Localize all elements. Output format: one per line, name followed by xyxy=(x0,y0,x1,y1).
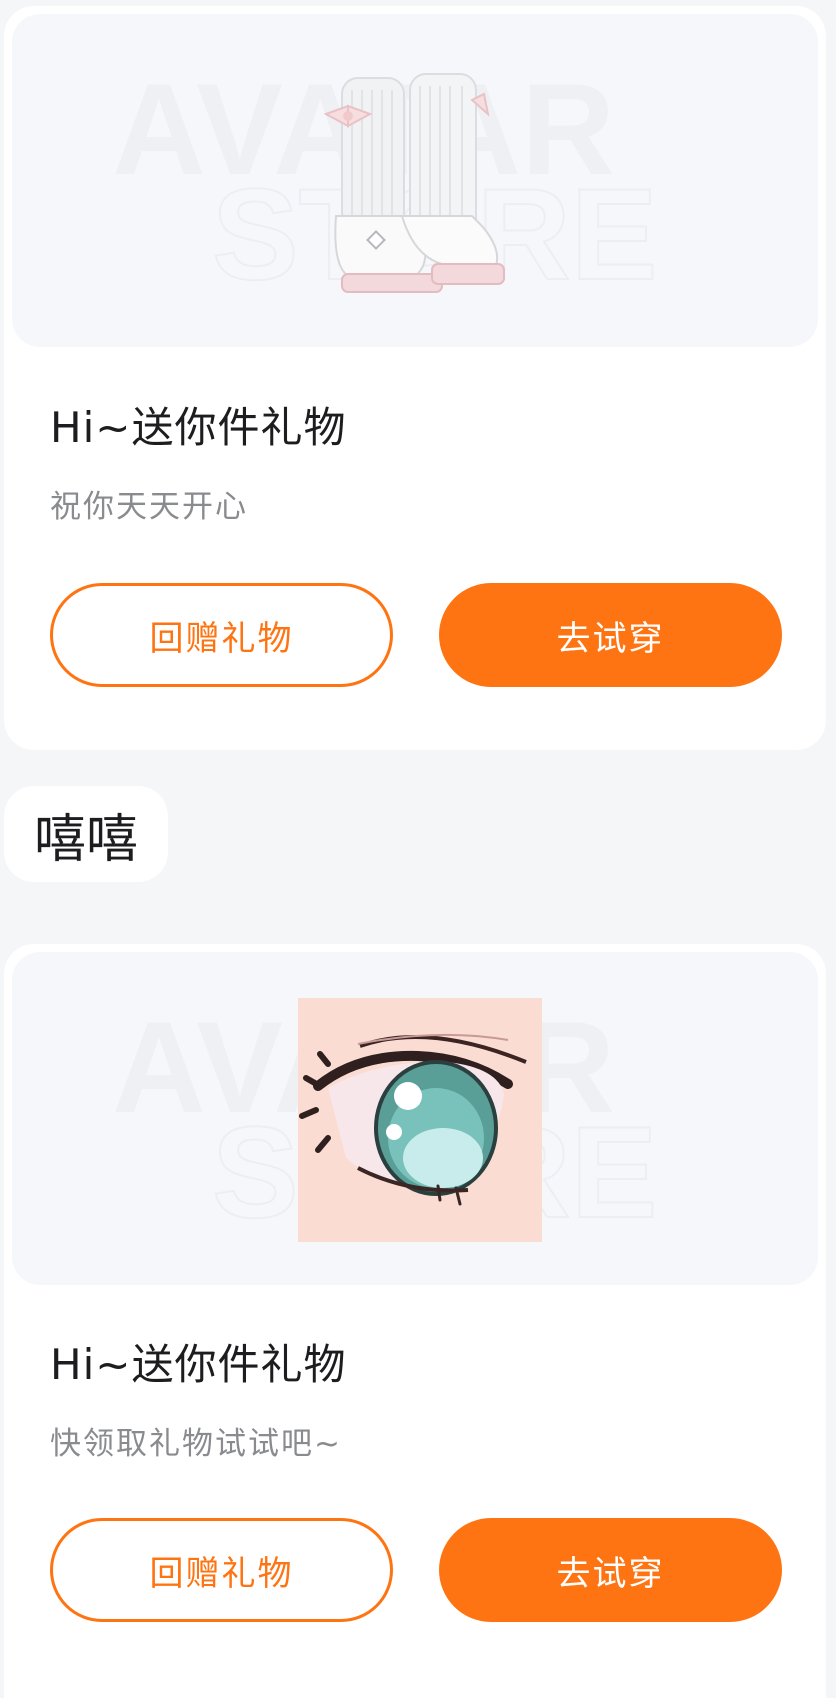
try-on-button[interactable]: 去试穿 xyxy=(439,583,782,687)
white-leg-warmer-boots-icon xyxy=(322,66,552,306)
gift-preview[interactable]: AVATAR STORE xyxy=(12,952,818,1285)
gift-message: 快领取礼物试试吧~ xyxy=(50,1426,342,1462)
gift-preview[interactable]: AVATAR STORE xyxy=(12,14,818,347)
gift-title: Hi~送你件礼物 xyxy=(50,403,347,452)
try-on-button[interactable]: 去试穿 xyxy=(439,1518,782,1622)
anime-eye-icon xyxy=(298,998,542,1242)
chat-text: 嘻嘻 xyxy=(33,809,138,870)
return-gift-button[interactable]: 回赠礼物 xyxy=(50,583,393,687)
gift-message: 祝你天天开心 xyxy=(50,489,248,525)
gift-card[interactable]: AVATAR STORE xyxy=(4,944,826,1698)
chat-page: AVATAR STORE xyxy=(0,0,836,1698)
chat-text-bubble[interactable]: 嘻嘻 xyxy=(4,786,168,882)
gift-title: Hi~送你件礼物 xyxy=(50,1340,347,1389)
gift-card[interactable]: AVATAR STORE xyxy=(4,6,826,750)
return-gift-button[interactable]: 回赠礼物 xyxy=(50,1518,393,1622)
